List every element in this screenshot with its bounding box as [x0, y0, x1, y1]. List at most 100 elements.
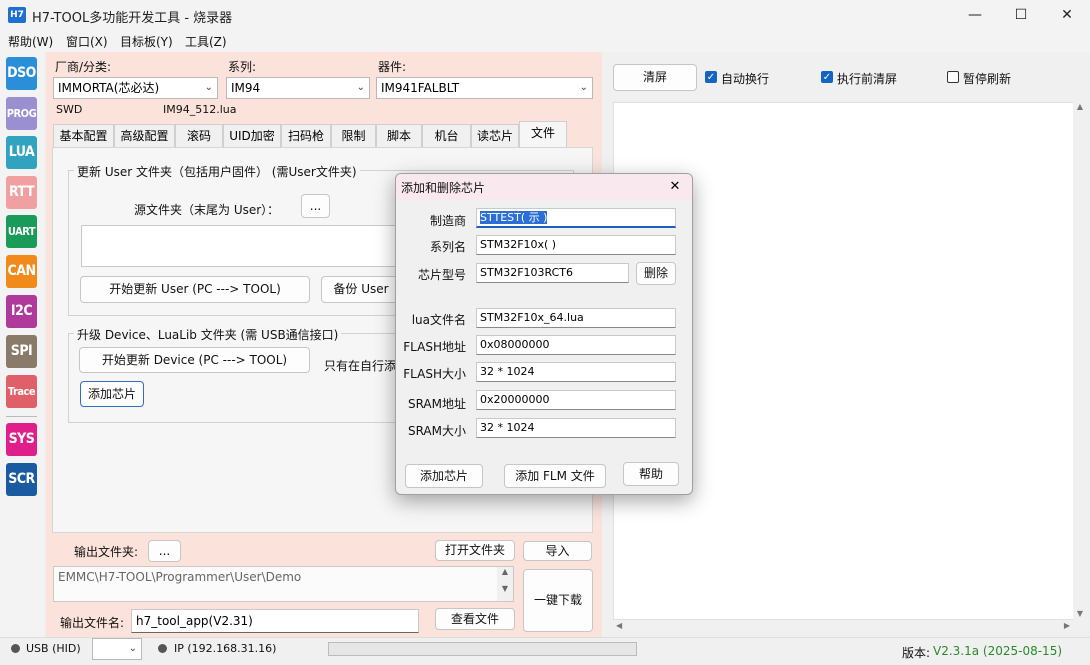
dialog-title: 添加和删除芯片	[401, 181, 486, 195]
tab-0[interactable]: 基本配置	[53, 124, 114, 147]
tab-8[interactable]: 读芯片	[471, 124, 519, 147]
scroll-left-icon[interactable]: ◀	[616, 621, 622, 630]
menu-help[interactable]: 帮助(W)	[8, 33, 53, 50]
view-file-button[interactable]: 查看文件	[435, 608, 515, 630]
log-vertical-scrollbar[interactable]: ▲ ▼	[1073, 102, 1087, 620]
sidebar-button-i2c[interactable]: I2C	[6, 295, 37, 328]
sidebar-button-trace[interactable]: Trace	[6, 375, 37, 408]
sidebar-button-spi[interactable]: SPI	[6, 335, 37, 368]
version-label: 版本:	[902, 646, 931, 660]
output-filename-value: h7_tool_app(V2.31)	[136, 614, 253, 628]
clear-before-exec-checkbox[interactable]: ✓	[821, 71, 833, 83]
sram-address-value: 0x20000000	[480, 393, 550, 406]
scroll-right-icon[interactable]: ▶	[1064, 621, 1070, 630]
series-name-input[interactable]: STM32F10x( )	[476, 235, 676, 255]
ip-status-text: IP (192.168.31.16)	[174, 642, 277, 655]
auto-wrap-checkbox[interactable]: ✓	[705, 71, 717, 83]
menu-target-board[interactable]: 目标板(Y)	[120, 33, 173, 50]
tab-2[interactable]: 滚码	[175, 124, 223, 147]
tab-5[interactable]: 限制	[331, 124, 376, 147]
flash-address-label: FLASH地址	[403, 340, 466, 354]
flash-size-input[interactable]: 32 * 1024	[476, 362, 676, 382]
scroll-up-icon[interactable]: ▲	[497, 567, 513, 576]
usb-select[interactable]: ⌄	[92, 638, 142, 660]
menu-tools[interactable]: 工具(Z)	[185, 33, 227, 50]
sidebar-divider	[6, 416, 37, 417]
start-update-device-button[interactable]: 开始更新 Device (PC ---> TOOL)	[79, 347, 310, 373]
log-horizontal-scrollbar[interactable]: ◀ ▶	[613, 620, 1073, 634]
flash-size-value: 32 * 1024	[480, 365, 535, 378]
source-folder-browse-button[interactable]: ...	[301, 194, 330, 218]
sidebar-button-rtt[interactable]: RTT	[6, 176, 37, 209]
scroll-down-icon[interactable]: ▼	[1073, 609, 1087, 618]
sidebar-button-uart[interactable]: UART	[6, 215, 37, 248]
lua-filename-value: STM32F10x_64.lua	[480, 311, 584, 324]
tab-4[interactable]: 扫码枪	[281, 124, 331, 147]
sram-address-label: SRAM地址	[407, 397, 466, 411]
output-folder-browse-button[interactable]: ...	[148, 540, 181, 562]
sram-address-input[interactable]: 0x20000000	[476, 390, 676, 410]
progress-bar	[328, 642, 637, 656]
add-chip-button[interactable]: 添加芯片	[80, 381, 144, 407]
sidebar-button-dso[interactable]: DSO	[6, 57, 37, 90]
chip-model-input[interactable]: STM32F103RCT6	[476, 263, 629, 283]
manufacturer-input[interactable]: STTEST( 示 )	[476, 208, 676, 228]
series-name-value: STM32F10x( )	[480, 238, 557, 251]
output-folder-label: 输出文件夹:	[74, 545, 139, 559]
add-flm-file-button[interactable]: 添加 FLM 文件	[504, 464, 606, 488]
source-folder-input[interactable]	[81, 225, 401, 267]
lua-filename-label: lua文件名	[411, 313, 466, 327]
add-delete-chip-dialog: 添加和删除芯片 ✕ 制造商 STTEST( 示 ) 系列名 STM32F10x(…	[395, 173, 693, 495]
lua-filename-input[interactable]: STM32F10x_64.lua	[476, 308, 676, 328]
flash-size-label: FLASH大小	[403, 367, 466, 381]
output-filename-label: 输出文件名:	[60, 616, 125, 630]
sidebar-button-can[interactable]: CAN	[6, 255, 37, 288]
minimize-button[interactable]: —	[952, 0, 998, 30]
tab-6[interactable]: 脚本	[376, 124, 422, 147]
chip-model-value: STM32F103RCT6	[480, 266, 574, 279]
device-label: 器件:	[378, 60, 407, 74]
dialog-close-icon[interactable]: ✕	[664, 176, 686, 198]
close-button[interactable]: ✕	[1044, 0, 1090, 30]
chevron-down-icon: ⌄	[356, 82, 365, 93]
tab-3[interactable]: UID加密	[223, 124, 281, 147]
path-scrollbar[interactable]: ▲ ▼	[497, 567, 513, 601]
pause-refresh-checkbox[interactable]	[947, 71, 959, 83]
menu-window[interactable]: 窗口(X)	[66, 33, 108, 50]
output-path-field[interactable]: EMMC\H7-TOOL\Programmer\User\Demo	[53, 566, 514, 602]
series-name-label: 系列名	[429, 240, 466, 254]
one-key-download-button[interactable]: 一键下载	[523, 569, 593, 632]
scroll-down-icon[interactable]: ▼	[497, 584, 513, 593]
vendor-select[interactable]: IMMORTA(芯必达) ⌄	[53, 77, 218, 99]
device-select[interactable]: IM941FALBLT ⌄	[376, 77, 593, 99]
scroll-up-icon[interactable]: ▲	[1073, 102, 1087, 111]
sram-size-input[interactable]: 32 * 1024	[476, 418, 676, 438]
upgrade-device-group-title: 升级 Device、LuaLib 文件夹 (需 USB通信接口)	[74, 326, 342, 343]
backup-user-button[interactable]: 备份 User	[321, 276, 401, 303]
chevron-down-icon: ⌄	[579, 82, 588, 93]
note-text: 只有在自行添	[324, 359, 397, 373]
open-folder-button[interactable]: 打开文件夹	[435, 540, 515, 561]
tab-1[interactable]: 高级配置	[114, 124, 175, 147]
sidebar-button-scr[interactable]: SCR	[6, 463, 37, 496]
series-select[interactable]: IM94 ⌄	[226, 77, 370, 99]
sidebar-button-sys[interactable]: SYS	[6, 423, 37, 456]
tab-9[interactable]: 文件	[519, 121, 567, 148]
clear-screen-button[interactable]: 清屏	[613, 64, 697, 91]
dialog-add-chip-button[interactable]: 添加芯片	[405, 464, 483, 488]
start-update-user-button[interactable]: 开始更新 User (PC ---> TOOL)	[80, 276, 310, 303]
window-title: H7-TOOL多功能开发工具 - 烧录器	[32, 11, 233, 26]
sidebar-button-prog[interactable]: PROG	[6, 97, 37, 130]
vendor-value: IMMORTA(芯必达)	[58, 81, 160, 95]
import-button[interactable]: 导入	[523, 541, 592, 561]
chevron-down-icon: ⌄	[204, 82, 213, 93]
flash-address-input[interactable]: 0x08000000	[476, 335, 676, 355]
dialog-help-button[interactable]: 帮助	[623, 462, 679, 486]
output-filename-input[interactable]: h7_tool_app(V2.31)	[131, 609, 419, 633]
delete-chip-button[interactable]: 删除	[636, 262, 676, 285]
tab-7[interactable]: 机台	[422, 124, 471, 147]
flash-address-value: 0x08000000	[480, 338, 550, 351]
manufacturer-value: STTEST( 示 )	[480, 211, 548, 224]
sidebar-button-lua[interactable]: LUA	[6, 136, 37, 169]
maximize-button[interactable]: ☐	[998, 0, 1044, 30]
